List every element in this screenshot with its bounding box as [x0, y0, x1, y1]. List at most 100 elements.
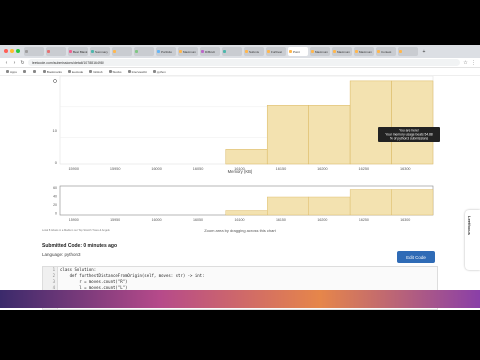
bookmark-item[interactable] [32, 70, 37, 73]
star-icon[interactable]: ☆ [463, 60, 468, 66]
bookmark-item[interactable]: GitHub [89, 69, 103, 74]
tab-favicon-icon [245, 50, 248, 53]
histogram-bar[interactable] [225, 149, 268, 165]
browser-tab[interactable] [46, 47, 66, 56]
tab-favicon-icon [25, 50, 28, 53]
tab-label: Maximum [337, 49, 351, 54]
navigator-bar [225, 210, 268, 216]
background-gradient [0, 290, 480, 308]
histogram-bar[interactable] [391, 80, 434, 165]
tab-favicon-icon [223, 50, 226, 53]
memory-distribution-chart[interactable]: 10015900 15950 16000 16050 16100 16150 16200 16… [40, 76, 440, 176]
bookmark-item[interactable]: Interviewbit [127, 69, 147, 74]
bookmark-label: GitHub [93, 69, 103, 74]
tab-favicon-icon [69, 50, 72, 53]
browser-tab[interactable] [222, 47, 242, 56]
close-window-icon[interactable] [4, 49, 8, 53]
browser-tab[interactable]: Contest [376, 47, 396, 56]
browser-tab[interactable]: Maximum [178, 47, 198, 56]
browser-tab[interactable]: Point [288, 47, 308, 56]
tab-favicon-icon [157, 50, 160, 53]
submission-page: 10 0 15900 15950 16000 16050 16100 16150 16200 16… [40, 76, 440, 310]
tab-favicon-icon [355, 50, 358, 53]
new-tab-icon[interactable]: + [420, 47, 428, 56]
tab-favicon-icon [377, 50, 380, 53]
bookmark-icon [127, 70, 131, 73]
zoom-instruction: Zoom area by dragging across this chart [204, 228, 276, 233]
browser-tab[interactable]: Maximum [354, 47, 374, 56]
browser-tab[interactable]: Best Blank [68, 47, 88, 56]
zoom-window-icon[interactable] [16, 49, 20, 53]
tab-favicon-icon [47, 50, 50, 53]
tooltip-line: % of python3 submissions [390, 137, 429, 141]
tab-label: Point [293, 49, 300, 54]
forward-icon[interactable]: › [12, 60, 17, 66]
tab-label: Contest [381, 49, 392, 54]
address-bar: ‹ › ↻ leetcode.com/submissions/detail/10… [0, 58, 480, 68]
nav-x-tick-label: 16150 [276, 218, 286, 222]
browser-tab[interactable]: Maximum [332, 47, 352, 56]
navigator-bar [391, 189, 434, 216]
tab-favicon-icon [201, 50, 204, 53]
browser-tab[interactable] [112, 47, 132, 56]
bookmark-label: Interviewbit [131, 69, 147, 74]
minimize-window-icon[interactable] [10, 49, 14, 53]
browser-tab[interactable] [24, 47, 44, 56]
bookmark-label: leetcode [71, 69, 84, 74]
navigator-chart[interactable]: 60 40 20 0 15900 15950 16000 16050 16100 16150 162… [40, 183, 440, 227]
nav-x-tick-label: 15950 [110, 218, 120, 222]
bookmark-item[interactable]: leetcode [67, 69, 84, 74]
menu-icon[interactable]: ⋮ [471, 60, 476, 66]
nav-y-tick-label: 0 [55, 212, 57, 216]
x-axis-title: Memory (KB) [228, 169, 253, 174]
x-tick-label: 16200 [317, 167, 328, 171]
histogram-bar[interactable] [349, 80, 392, 165]
bookmark-item[interactable]: Stocks [108, 70, 122, 74]
side-extension-tab[interactable]: Leetfocus [465, 210, 480, 270]
tab-favicon-icon [179, 50, 182, 53]
chart-tooltip: You are here!Your memory usage beats 54.… [378, 127, 440, 142]
browser-tab[interactable]: Difficult [200, 47, 220, 56]
browser-tab[interactable]: Maximum [310, 47, 330, 56]
nav-x-tick-label: 16200 [317, 218, 327, 222]
tab-label: Maximum [359, 49, 373, 54]
bookmark-icon [32, 70, 36, 73]
browser-tab[interactable]: Portfolio [156, 47, 176, 56]
nav-x-tick-label: 16100 [235, 218, 245, 222]
browser-tab[interactable] [134, 47, 154, 56]
nav-x-tick-label: 16250 [359, 218, 369, 222]
histogram-bar[interactable] [266, 105, 309, 165]
bookmark-icon [89, 70, 93, 73]
bookmark-icon [108, 70, 112, 73]
browser-tab[interactable] [398, 47, 418, 56]
tab-label: Submis [249, 49, 260, 54]
bookmark-item[interactable]: Bookmarks [42, 69, 62, 74]
tab-label: Maximum [183, 49, 197, 54]
marker-icon [53, 79, 57, 83]
bookmark-item[interactable]: python [152, 70, 166, 74]
bookmark-item[interactable] [22, 70, 27, 73]
back-icon[interactable]: ‹ [4, 60, 9, 66]
window-controls [4, 49, 20, 53]
x-tick-label: 16300 [400, 167, 411, 171]
reload-icon[interactable]: ↻ [20, 60, 25, 66]
edit-code-button[interactable]: Edit Code [397, 251, 435, 263]
url-input[interactable]: leetcode.com/submissions/detail/10788164… [28, 59, 460, 66]
bookmark-label: Bookmarks [46, 69, 62, 74]
y-tick-label: 10 [53, 128, 58, 133]
tab-favicon-icon [135, 50, 138, 53]
tab-favicon-icon [311, 50, 314, 53]
tab-favicon-icon [333, 50, 336, 53]
browser-tab[interactable]: Submis [244, 47, 264, 56]
tab-favicon-icon [267, 50, 270, 53]
tab-label: Summary [95, 49, 108, 54]
bookmark-icon [42, 70, 46, 73]
tab-label: Furthest [271, 49, 283, 54]
bookmark-icon [152, 70, 156, 73]
histogram-bar[interactable] [308, 105, 351, 165]
bookmark-item[interactable]: Apps [6, 70, 17, 74]
bookmarks-bar: Apps Bookmarks leetcode GitHub Stocks Intervi… [0, 68, 480, 76]
browser-tab[interactable]: Furthest [266, 47, 286, 56]
browser-tab[interactable]: Summary [90, 47, 110, 56]
nav-y-tick-label: 20 [53, 203, 57, 207]
